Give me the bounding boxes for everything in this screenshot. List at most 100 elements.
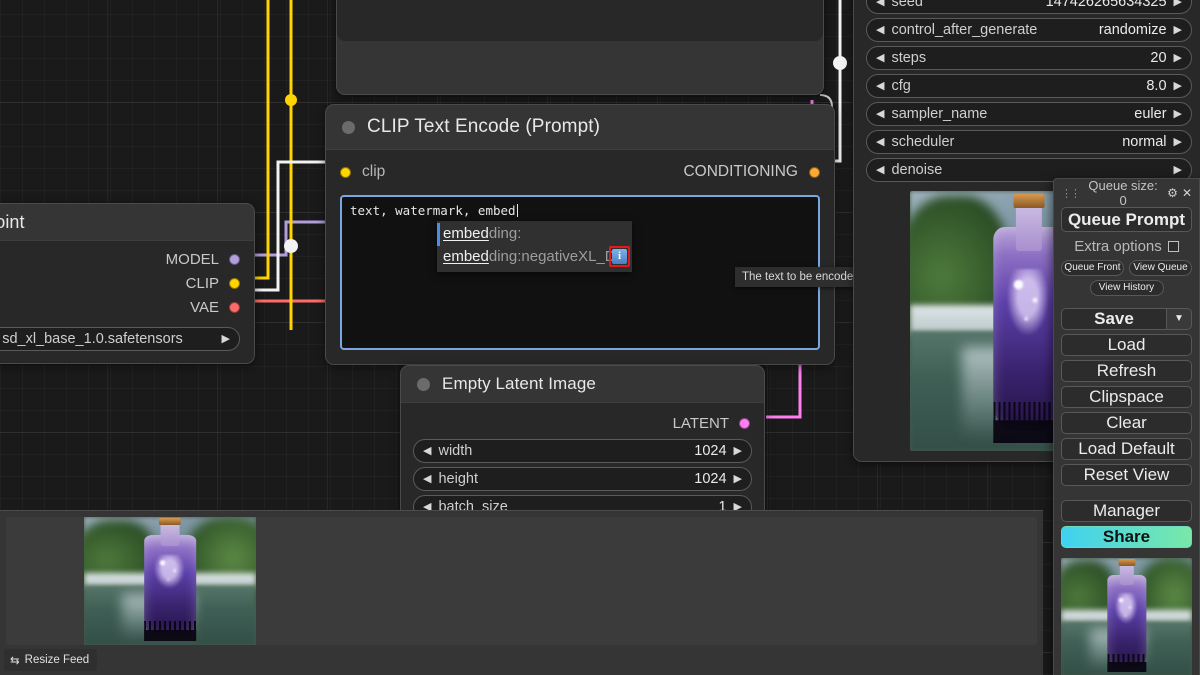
widget-right-arrow-icon[interactable]: ▶ bbox=[222, 333, 230, 345]
input-slot-clip[interactable]: clip bbox=[340, 163, 385, 181]
widget-steps-value: 20 bbox=[1150, 50, 1167, 66]
feed-image-thumbnail[interactable] bbox=[84, 517, 256, 645]
widget-cfg-label: cfg bbox=[891, 78, 911, 94]
widget-left-arrow-icon[interactable]: ◀ bbox=[876, 136, 884, 148]
widget-left-arrow-icon[interactable]: ◀ bbox=[423, 445, 431, 457]
widget-right-arrow-icon[interactable]: ▶ bbox=[1174, 24, 1182, 36]
widget-left-arrow-icon[interactable]: ◀ bbox=[876, 0, 884, 8]
clear-button[interactable]: Clear bbox=[1061, 412, 1192, 434]
comfy-menu-panel[interactable]: ⋮⋮ Queue size: 0 ⚙ ✕ Queue Prompt Extra … bbox=[1053, 178, 1200, 675]
clipspace-button[interactable]: Clipspace bbox=[1061, 386, 1192, 408]
widget-right-arrow-icon[interactable]: ▶ bbox=[1174, 136, 1182, 148]
widget-height[interactable]: ◀ height 1024 ▶ bbox=[413, 467, 752, 491]
queue-size-label: Queue size: 0 bbox=[1088, 178, 1158, 208]
output-label-model: MODEL bbox=[165, 250, 219, 268]
info-icon-highlight-box: i bbox=[609, 246, 630, 267]
widget-scheduler[interactable]: ◀ scheduler normal ▶ bbox=[866, 130, 1192, 154]
widget-width[interactable]: ◀ width 1024 ▶ bbox=[413, 439, 752, 463]
collapse-dot-icon[interactable] bbox=[342, 120, 355, 134]
output-dot-clip[interactable] bbox=[229, 277, 240, 289]
autocomplete-item-embedding[interactable]: embed ding: bbox=[437, 223, 632, 246]
widget-right-arrow-icon[interactable]: ▶ bbox=[1174, 80, 1182, 92]
widget-right-arrow-icon[interactable]: ▶ bbox=[1174, 164, 1182, 176]
widget-right-arrow-icon[interactable]: ▶ bbox=[1174, 52, 1182, 64]
widget-left-arrow-icon[interactable]: ◀ bbox=[423, 473, 431, 485]
node-title-bar[interactable]: CLIP Text Encode (Prompt) bbox=[326, 105, 834, 149]
image-feed-inner bbox=[6, 517, 1037, 645]
save-dropdown-caret-icon[interactable]: ▼ bbox=[1166, 308, 1192, 330]
menu-preview-thumbnail[interactable] bbox=[1061, 558, 1192, 675]
widget-left-arrow-icon[interactable]: ◀ bbox=[876, 52, 884, 64]
info-icon[interactable]: i bbox=[612, 249, 627, 264]
output-label-clip: CLIP bbox=[185, 274, 219, 292]
extra-options-row[interactable]: Extra options bbox=[1061, 236, 1192, 256]
widget-left-arrow-icon[interactable]: ◀ bbox=[876, 108, 884, 120]
widget-cfg[interactable]: ◀ cfg 8.0 ▶ bbox=[866, 74, 1192, 98]
output-slot-clip[interactable]: CLIP bbox=[0, 271, 254, 295]
load-button[interactable]: Load bbox=[1061, 334, 1192, 356]
drag-handle-icon[interactable]: ⋮⋮ bbox=[1061, 187, 1081, 200]
reset-view-button[interactable]: Reset View bbox=[1061, 464, 1192, 486]
share-button[interactable]: Share bbox=[1061, 526, 1192, 548]
output-label-latent: LATENT bbox=[672, 414, 729, 432]
load-default-button[interactable]: Load Default bbox=[1061, 438, 1192, 460]
output-dot-vae[interactable] bbox=[229, 301, 240, 313]
node-title-text: Empty Latent Image bbox=[442, 374, 596, 393]
node-title-bar[interactable]: Empty Latent Image bbox=[401, 366, 764, 402]
node-title-bar[interactable]: kpoint bbox=[0, 204, 254, 240]
widget-seed-label: seed bbox=[891, 0, 923, 10]
resize-feed-button[interactable]: ⇆ Resize Feed bbox=[4, 649, 98, 671]
widget-right-arrow-icon[interactable]: ▶ bbox=[1174, 0, 1182, 8]
widget-left-arrow-icon[interactable]: ◀ bbox=[876, 164, 884, 176]
widget-steps[interactable]: ◀ steps 20 ▶ bbox=[866, 46, 1192, 70]
output-slot-conditioning[interactable]: CONDITIONING bbox=[683, 163, 820, 181]
widget-control-after-generate[interactable]: ◀ control_after_generate randomize ▶ bbox=[866, 18, 1192, 42]
node-body: clip CONDITIONING text, watermark, embed… bbox=[326, 149, 870, 364]
output-dot-conditioning[interactable] bbox=[809, 166, 820, 178]
gear-icon[interactable]: ⚙ bbox=[1167, 186, 1178, 200]
history-row: View History bbox=[1061, 280, 1192, 296]
widget-left-arrow-icon[interactable]: ◀ bbox=[876, 80, 884, 92]
output-dot-latent[interactable] bbox=[739, 417, 750, 429]
node-clip-text-encode-positive[interactable] bbox=[336, 0, 824, 95]
node-clip-text-encode[interactable]: CLIP Text Encode (Prompt) clip CONDITION… bbox=[325, 104, 870, 365]
text-caret bbox=[516, 204, 518, 217]
output-dot-model[interactable] bbox=[229, 253, 240, 265]
widget-steps-label: steps bbox=[891, 50, 927, 66]
widget-scheduler-value: normal bbox=[1122, 134, 1167, 150]
view-queue-button[interactable]: View Queue bbox=[1129, 260, 1192, 276]
manager-button[interactable]: Manager bbox=[1061, 500, 1192, 522]
widget-right-arrow-icon[interactable]: ▶ bbox=[1174, 108, 1182, 120]
input-dot-clip[interactable] bbox=[340, 166, 351, 178]
resize-feed-label: Resize Feed bbox=[24, 654, 90, 666]
node-empty-latent-image[interactable]: Empty Latent Image LATENT ◀ width 1024 ▶… bbox=[400, 365, 765, 530]
widget-right-arrow-icon[interactable]: ▶ bbox=[734, 445, 742, 457]
widget-right-arrow-icon[interactable]: ▶ bbox=[734, 473, 742, 485]
queue-prompt-button[interactable]: Queue Prompt bbox=[1061, 207, 1192, 232]
extra-options-checkbox[interactable] bbox=[1167, 240, 1179, 252]
widget-left-arrow-icon[interactable]: ◀ bbox=[876, 24, 884, 36]
close-icon[interactable]: ✕ bbox=[1182, 186, 1192, 200]
refresh-button[interactable]: Refresh bbox=[1061, 360, 1192, 382]
output-slot-vae[interactable]: VAE bbox=[0, 295, 254, 319]
widget-sampler-name[interactable]: ◀ sampler_name euler ▶ bbox=[866, 102, 1192, 126]
prompt-textarea[interactable]: text, watermark, embed embed ding: embed d… bbox=[340, 195, 870, 350]
collapse-dot-icon[interactable] bbox=[417, 377, 430, 391]
queue-front-button[interactable]: Queue Front bbox=[1061, 260, 1124, 276]
image-feed-panel[interactable]: ⇆ Resize Feed bbox=[0, 510, 1043, 675]
widget-cfg-value: 8.0 bbox=[1146, 78, 1167, 94]
save-button[interactable]: Save bbox=[1061, 308, 1166, 330]
widget-ckpt-name[interactable]: ◀ sd_xl_base_1.0.safetensors ▶ bbox=[0, 327, 240, 351]
bottle-artwork bbox=[1061, 558, 1192, 675]
view-history-button[interactable]: View History bbox=[1089, 280, 1164, 296]
autocomplete-dropdown[interactable]: embed ding: embed ding:negativeXL_D i The … bbox=[437, 221, 870, 288]
widget-control-after-generate-label: control_after_generate bbox=[891, 22, 1038, 38]
widget-seed[interactable]: ◀ seed 147426265634325 ▶ bbox=[866, 0, 1192, 14]
widget-height-value: 1024 bbox=[694, 471, 727, 487]
widget-seed-value: 147426265634325 bbox=[1045, 0, 1167, 10]
queue-buttons-row: Queue Front View Queue bbox=[1061, 260, 1192, 276]
node-checkpoint-loader[interactable]: kpoint MODEL CLIP VAE ◀ sd_xl_base_1.0.s… bbox=[0, 203, 255, 364]
output-slot-model[interactable]: MODEL bbox=[0, 247, 254, 271]
autocomplete-item-embedding-negativexl[interactable]: embed ding:negativeXL_D bbox=[437, 246, 632, 269]
output-slot-latent[interactable]: LATENT bbox=[401, 411, 764, 435]
